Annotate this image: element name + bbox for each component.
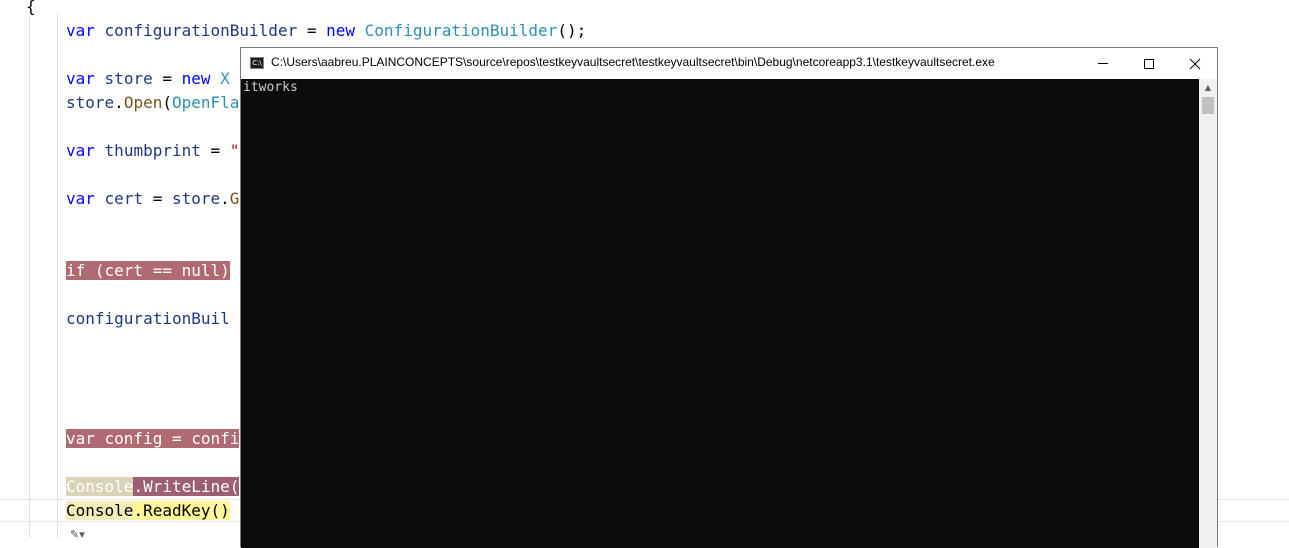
code-line-cert[interactable]: var cert = store.G [66,188,239,210]
current-statement-highlight: .ReadKey() [133,501,230,520]
console-titlebar[interactable]: C:\ C:\Users\aabreu.PLAINCONCEPTS\source… [241,48,1217,79]
scroll-up-arrow-icon[interactable]: ▲ [1199,79,1217,96]
code-line-thumbprint[interactable]: var thumbprint = " [66,140,239,162]
minimize-icon [1098,63,1108,64]
code-line-store-open[interactable]: store.Open(OpenFla [66,92,239,114]
maximize-icon [1144,58,1154,69]
code-line-configuration-builder[interactable]: var configurationBuilder = new Configura… [66,20,586,42]
code-line-configuration-builder-add[interactable]: configurationBuil [66,308,230,330]
maximize-button[interactable] [1126,48,1172,79]
console-output-text: itworks [243,80,298,95]
writeline-highlight: .WriteLine( [133,477,240,496]
vertical-scrollbar[interactable]: ▲ [1199,79,1217,548]
console-app-icon[interactable]: C:\ [250,57,264,69]
code-line-store[interactable]: var store = new X [66,68,230,90]
close-icon [1189,58,1201,69]
minimize-button[interactable] [1080,48,1126,79]
code-line-console-readkey[interactable]: Console.ReadKey() [66,500,230,522]
open-brace: { [26,0,36,16]
window-title: C:\Users\aabreu.PLAINCONCEPTS\source\rep… [271,55,995,69]
brush-icon[interactable]: ✎▾ [70,528,85,541]
console-output-area[interactable]: itworks [241,79,1199,548]
code-line-if-cert-null[interactable]: if (cert == null) [66,260,230,282]
indent-guide [29,14,30,537]
breakpoint-highlight: if (cert == null) [66,261,230,280]
code-line-var-config[interactable]: var config = confi [66,428,240,450]
code-line-console-writeline[interactable]: Console.WriteLine( [66,476,240,498]
console-window[interactable]: C:\ C:\Users\aabreu.PLAINCONCEPTS\source… [240,47,1218,548]
close-button[interactable] [1172,48,1218,79]
breakpoint-highlight: var config = confi [66,429,240,448]
console-token-highlight: Console [66,501,134,520]
console-token-highlight: Console [66,477,134,496]
indent-guide [57,14,58,537]
scroll-thumb[interactable] [1202,97,1214,114]
